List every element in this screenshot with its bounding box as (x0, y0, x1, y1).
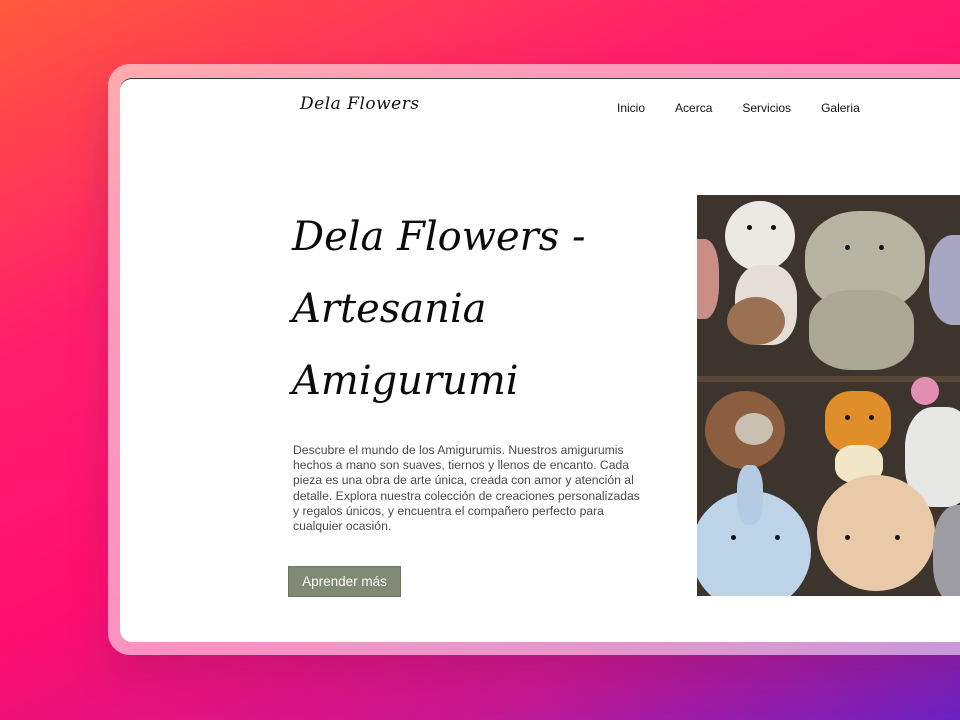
toy-orange-cat (825, 391, 891, 453)
hero-description: Descubre el mundo de los Amigurumis. Nue… (293, 443, 640, 534)
nav-item-servicios[interactable]: Servicios (742, 101, 791, 115)
toy-brown-bear (727, 297, 785, 345)
toy-grey-right (933, 505, 960, 596)
nav-item-acerca[interactable]: Acerca (675, 101, 712, 115)
nav-item-inicio[interactable]: Inicio (617, 101, 645, 115)
main-nav: Inicio Acerca Servicios Galeria (617, 101, 890, 115)
hero-title: Dela Flowers - Artesania Amigurumi (292, 214, 586, 404)
toy-white-bear (725, 201, 795, 271)
toy-lavender (929, 235, 960, 325)
learn-more-button[interactable]: Aprender más (288, 566, 401, 597)
toy-beige-bear (817, 475, 935, 591)
toy-pink-flower (911, 377, 939, 405)
amigurumi-photo (697, 195, 960, 596)
site-logo[interactable]: Dela Flowers (300, 94, 420, 114)
web-page: Dela Flowers Inicio Acerca Servicios Gal… (120, 78, 960, 642)
toy-pink-left (697, 239, 719, 319)
nav-item-galeria[interactable]: Galeria (821, 101, 860, 115)
